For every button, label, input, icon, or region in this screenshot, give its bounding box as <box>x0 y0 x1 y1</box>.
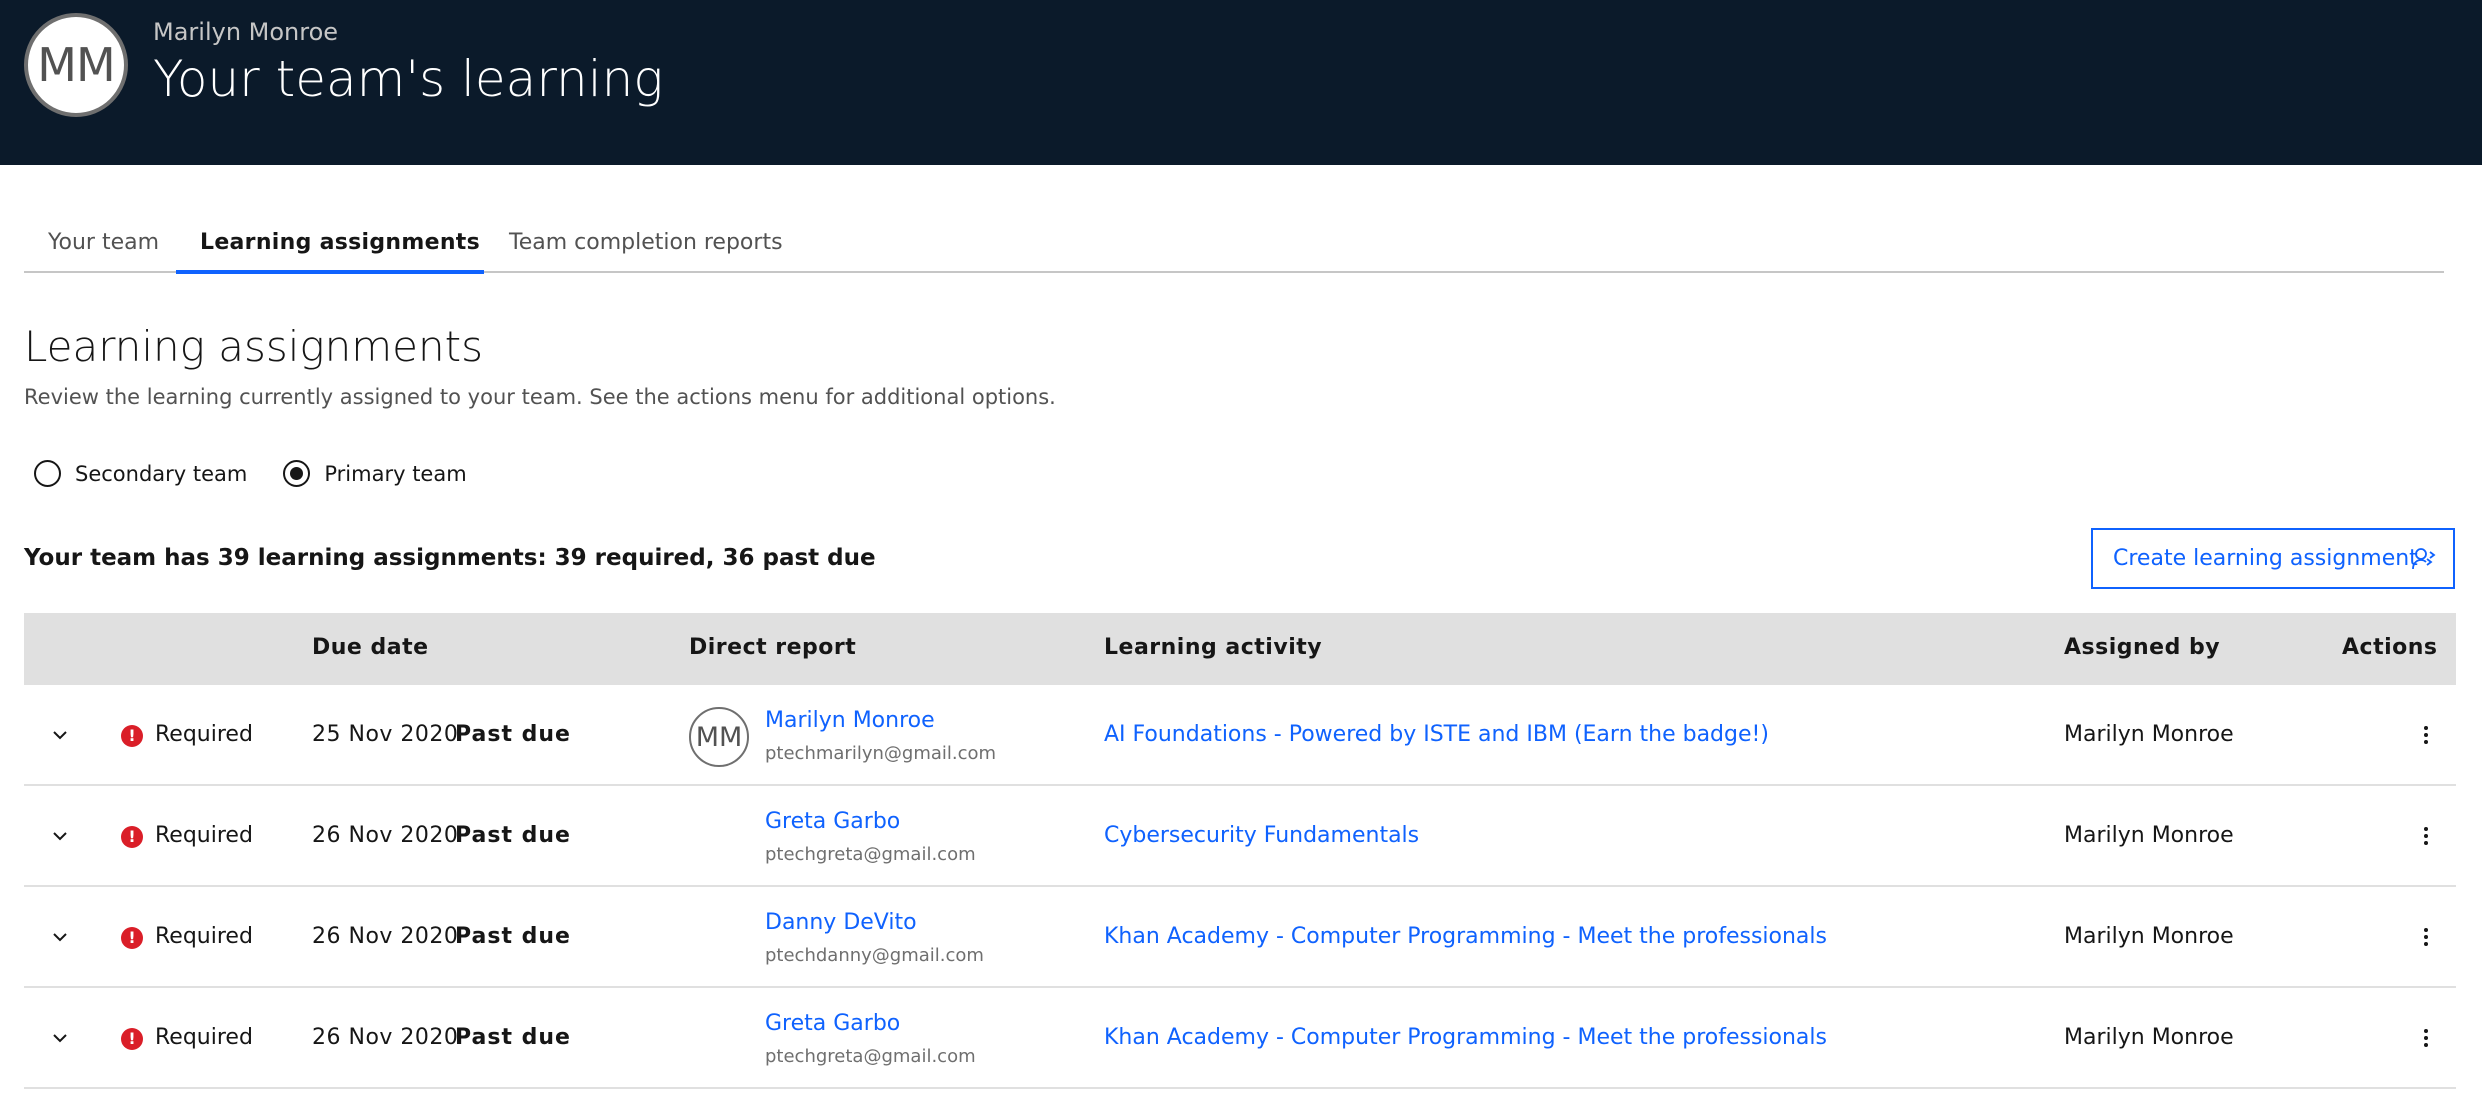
create-button-label: Create learning assignment <box>2113 546 2418 571</box>
requirement-label: Required <box>155 1025 253 1050</box>
tab-team-completion-reports[interactable]: Team completion reports <box>509 230 783 273</box>
avatar: MM <box>689 707 749 767</box>
overflow-menu-icon[interactable] <box>2414 721 2438 751</box>
error-icon: ! <box>121 927 143 949</box>
active-tab-indicator <box>176 270 484 274</box>
table-header-row: Due date Direct report Learning activity… <box>24 613 2456 685</box>
page-description: Review the learning currently assigned t… <box>24 385 1056 409</box>
past-due-label: Past due <box>455 722 571 747</box>
assigned-by: Marilyn Monroe <box>2064 1025 2234 1050</box>
chevron-down-icon[interactable] <box>48 723 72 747</box>
past-due-label: Past due <box>455 924 571 949</box>
column-header-direct-report[interactable]: Direct report <box>689 635 856 660</box>
requirement-label: Required <box>155 924 253 949</box>
assigned-by: Marilyn Monroe <box>2064 924 2234 949</box>
learning-activity-link[interactable]: Khan Academy - Computer Programming - Me… <box>1104 924 1827 949</box>
error-icon: ! <box>121 826 143 848</box>
due-date: 25 Nov 2020 <box>312 722 459 747</box>
user-avatar[interactable]: MM <box>24 13 128 117</box>
tab-bar: Your team Learning assignments Team comp… <box>24 210 2444 274</box>
table-row: ! Required 26 Nov 2020 Past due Greta Ga… <box>24 988 2456 1089</box>
table-row: ! Required 25 Nov 2020 Past due MM Maril… <box>24 685 2456 786</box>
assignments-table: Due date Direct report Learning activity… <box>24 613 2456 1089</box>
direct-report-name-link[interactable]: Greta Garbo <box>765 1011 900 1036</box>
column-header-actions: Actions <box>2342 635 2438 660</box>
past-due-label: Past due <box>455 1025 571 1050</box>
direct-report-email: ptechgreta@gmail.com <box>765 844 976 865</box>
requirement-label: Required <box>155 823 253 848</box>
direct-report-name-link[interactable]: Marilyn Monroe <box>765 708 935 733</box>
past-due-label: Past due <box>455 823 571 848</box>
error-icon: ! <box>121 725 143 747</box>
column-header-learning-activity[interactable]: Learning activity <box>1104 635 1322 660</box>
radio-secondary-team[interactable]: Secondary team <box>34 460 247 487</box>
overflow-menu-icon[interactable] <box>2414 1024 2438 1054</box>
user-add-icon <box>2412 548 2436 570</box>
table-row: ! Required 26 Nov 2020 Past due Danny De… <box>24 887 2456 988</box>
radio-unchecked-icon[interactable] <box>34 460 61 487</box>
assigned-by: Marilyn Monroe <box>2064 823 2234 848</box>
chevron-down-icon[interactable] <box>48 824 72 848</box>
overflow-menu-icon[interactable] <box>2414 923 2438 953</box>
page-header: MM Marilyn Monroe Your team's learning <box>0 0 2482 165</box>
learning-activity-link[interactable]: AI Foundations - Powered by ISTE and IBM… <box>1104 722 1769 747</box>
radio-checked-icon[interactable] <box>283 460 311 487</box>
tab-learning-assignments[interactable]: Learning assignments <box>200 230 480 273</box>
due-date: 26 Nov 2020 <box>312 823 459 848</box>
page-title: Learning assignments <box>24 322 483 371</box>
due-date: 26 Nov 2020 <box>312 1025 459 1050</box>
header-title: Your team's learning <box>153 50 664 108</box>
learning-activity-link[interactable]: Cybersecurity Fundamentals <box>1104 823 1419 848</box>
direct-report-name-link[interactable]: Danny DeVito <box>765 910 917 935</box>
requirement-label: Required <box>155 722 253 747</box>
create-learning-assignment-button[interactable]: Create learning assignment <box>2091 528 2455 589</box>
chevron-down-icon[interactable] <box>48 925 72 949</box>
direct-report-name-link[interactable]: Greta Garbo <box>765 809 900 834</box>
table-row: ! Required 26 Nov 2020 Past due Greta Ga… <box>24 786 2456 887</box>
tab-your-team[interactable]: Your team <box>48 230 159 273</box>
assignment-summary: Your team has 39 learning assignments: 3… <box>24 545 876 571</box>
due-date: 26 Nov 2020 <box>312 924 459 949</box>
radio-label: Primary team <box>324 461 467 486</box>
direct-report-email: ptechgreta@gmail.com <box>765 1046 976 1067</box>
column-header-assigned-by[interactable]: Assigned by <box>2064 635 2220 660</box>
column-header-due-date[interactable]: Due date <box>312 635 429 660</box>
header-user-name: Marilyn Monroe <box>153 18 339 46</box>
chevron-down-icon[interactable] <box>48 1026 72 1050</box>
learning-activity-link[interactable]: Khan Academy - Computer Programming - Me… <box>1104 1025 1827 1050</box>
direct-report-email: ptechdanny@gmail.com <box>765 945 984 966</box>
direct-report-email: ptechmarilyn@gmail.com <box>765 743 997 764</box>
overflow-menu-icon[interactable] <box>2414 822 2438 852</box>
assigned-by: Marilyn Monroe <box>2064 722 2234 747</box>
team-filter-radio-group: Secondary team Primary team <box>34 460 503 487</box>
radio-primary-team[interactable]: Primary team <box>283 460 467 487</box>
error-icon: ! <box>121 1028 143 1050</box>
radio-label: Secondary team <box>75 461 248 486</box>
